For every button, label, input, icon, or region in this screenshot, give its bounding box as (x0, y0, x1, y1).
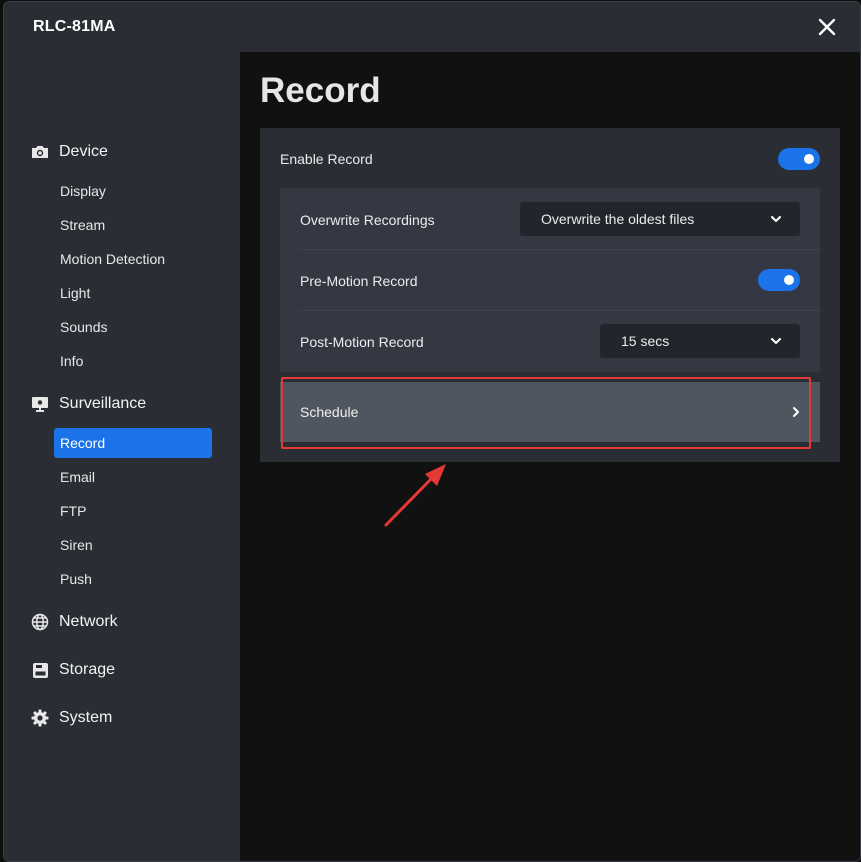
sidebar-item-info[interactable]: Info (54, 346, 212, 376)
sidebar-item-record[interactable]: Record (54, 428, 212, 458)
schedule-row[interactable]: Schedule (280, 382, 820, 442)
toggle-knob (784, 275, 794, 285)
sidebar-item-display[interactable]: Display (54, 176, 212, 206)
schedule-label: Schedule (300, 404, 359, 420)
main-content: Record Enable Record Overwrite Recording… (240, 52, 860, 861)
enable-record-toggle[interactable] (778, 148, 820, 170)
pre-motion-record-toggle[interactable] (758, 269, 800, 291)
post-motion-record-label: Post-Motion Record (300, 334, 424, 350)
post-motion-record-select[interactable]: 15 secs (600, 324, 800, 358)
sidebar-item-email[interactable]: Email (54, 462, 212, 492)
sidebar-item-siren[interactable]: Siren (54, 530, 212, 560)
title-bar: RLC-81MA (4, 2, 860, 52)
overwrite-recordings-value: Overwrite the oldest files (541, 211, 695, 227)
record-settings-panel: Enable Record Overwrite Recordings Overw… (260, 128, 840, 462)
overwrite-recordings-select[interactable]: Overwrite the oldest files (520, 202, 800, 236)
sidebar-item-sounds[interactable]: Sounds (54, 312, 212, 342)
chevron-down-icon (771, 338, 781, 344)
sidebar-section-system[interactable]: System (30, 706, 112, 730)
close-icon[interactable] (814, 14, 840, 40)
sidebar-section-label: Storage (59, 661, 116, 678)
sidebar-item-ftp[interactable]: FTP (54, 496, 212, 526)
chevron-right-icon (793, 407, 799, 417)
settings-window: RLC-81MA Device Display Stream Motion De… (3, 1, 861, 862)
gear-icon (30, 708, 50, 728)
toggle-knob (804, 154, 814, 164)
page-title: Record (260, 71, 381, 110)
sidebar-section-surveillance[interactable]: Surveillance (30, 392, 146, 416)
sidebar-section-label: Surveillance (59, 395, 147, 412)
record-options-group: Overwrite Recordings Overwrite the oldes… (280, 188, 820, 372)
storage-icon (30, 660, 50, 680)
sidebar-section-label: Network (59, 613, 118, 630)
sidebar-section-network[interactable]: Network (30, 610, 118, 634)
divider (300, 310, 820, 311)
sidebar-section-label: System (59, 709, 113, 726)
camera-icon (30, 142, 50, 162)
overwrite-recordings-label: Overwrite Recordings (300, 212, 435, 228)
chevron-down-icon (771, 216, 781, 222)
sidebar: Device Display Stream Motion Detection L… (4, 52, 240, 861)
sidebar-section-storage[interactable]: Storage (30, 658, 115, 682)
post-motion-record-value: 15 secs (621, 333, 670, 349)
pre-motion-record-label: Pre-Motion Record (300, 273, 418, 289)
sidebar-section-label: Device (59, 143, 108, 160)
sidebar-item-motion-detection[interactable]: Motion Detection (54, 244, 212, 274)
divider (300, 249, 820, 250)
sidebar-section-device[interactable]: Device (30, 140, 108, 164)
window-title: RLC-81MA (33, 18, 116, 35)
sidebar-item-stream[interactable]: Stream (54, 210, 212, 240)
monitor-icon (30, 394, 50, 414)
sidebar-item-push[interactable]: Push (54, 564, 212, 594)
globe-icon (30, 612, 50, 632)
enable-record-label: Enable Record (280, 151, 373, 167)
sidebar-item-light[interactable]: Light (54, 278, 212, 308)
